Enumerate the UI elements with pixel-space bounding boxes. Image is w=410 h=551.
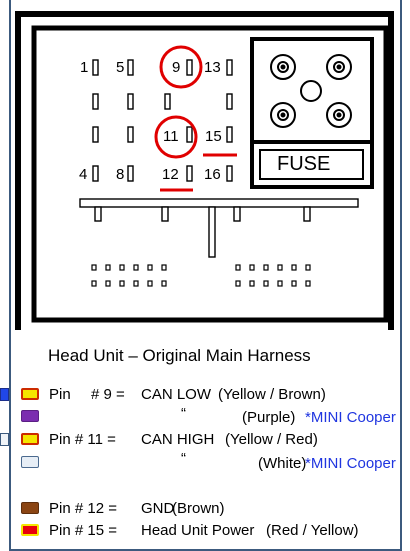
legend-desc-white: (White) <box>258 455 307 472</box>
fuse-label: FUSE <box>277 153 331 175</box>
legend-note-mini-2: *MINI Cooper <box>305 455 396 472</box>
legend-desc-brown: (Brown) <box>172 500 225 517</box>
legend-name-can-high: CAN HIGH <box>141 431 215 448</box>
legend-ditto-2: “ <box>181 450 186 467</box>
left-marker-white <box>0 433 9 446</box>
pin-label-5: 5 <box>116 59 125 76</box>
swatch-yellow-brown <box>21 388 39 400</box>
swatch-red-yellow <box>21 524 39 536</box>
rail <box>79 198 359 208</box>
pin-label-13: 13 <box>204 59 221 76</box>
pin-label-9: 9 <box>172 59 181 76</box>
legend-name-can-low: CAN LOW <box>141 386 212 403</box>
legend-prefix-pin-15: Pin # 15 = <box>49 522 117 539</box>
legend-ditto-1: “ <box>181 405 186 422</box>
legend-number-9: # 9 = <box>91 386 125 403</box>
pin-label-16: 16 <box>204 166 221 183</box>
swatch-purple <box>21 410 39 422</box>
legend-prefix-pin-11: Pin # 11 = <box>49 431 116 448</box>
swatch-brown <box>21 502 39 514</box>
legend-prefix-pin: Pin <box>49 386 71 403</box>
legend-desc-yellow-red: (Yellow / Red) <box>225 431 318 448</box>
legend-name-gnd: GND <box>141 500 175 517</box>
legend-name-head-unit-power: Head Unit Power <box>141 522 255 539</box>
legend-desc-purple: (Purple) <box>242 409 296 426</box>
legend-prefix-pin-12: Pin # 12 = <box>49 500 117 517</box>
pin-label-4: 4 <box>79 166 88 183</box>
harness-title: Head Unit – Original Main Harness <box>48 346 311 365</box>
legend-desc-yellow-brown: (Yellow / Brown) <box>218 386 326 403</box>
left-marker-blue <box>0 388 9 401</box>
connector-diagram <box>15 11 394 330</box>
pin-label-11: 11 <box>163 128 179 145</box>
swatch-yellow-red <box>21 433 39 445</box>
legend-note-mini-1: *MINI Cooper <box>305 409 396 426</box>
swatch-white <box>21 456 39 468</box>
pin-label-15: 15 <box>205 128 222 145</box>
pin-label-8: 8 <box>116 166 125 183</box>
pin-label-12: 12 <box>162 166 179 183</box>
legend-desc-red-yellow: (Red / Yellow) <box>266 522 359 539</box>
pin-label-1: 1 <box>80 59 89 76</box>
